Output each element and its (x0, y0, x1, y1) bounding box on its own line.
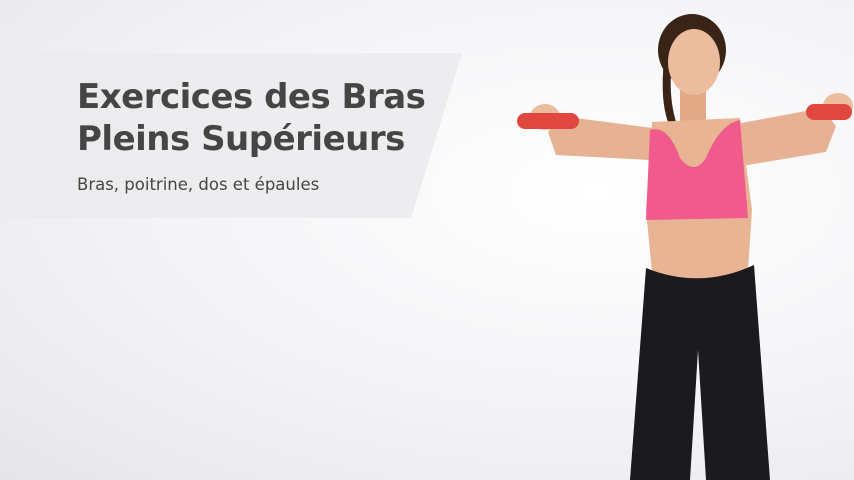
right-dumbbell (806, 104, 852, 120)
leggings (630, 265, 770, 480)
left-dumbbell (517, 113, 579, 129)
exercise-illustration (517, 14, 853, 480)
face (668, 29, 720, 95)
